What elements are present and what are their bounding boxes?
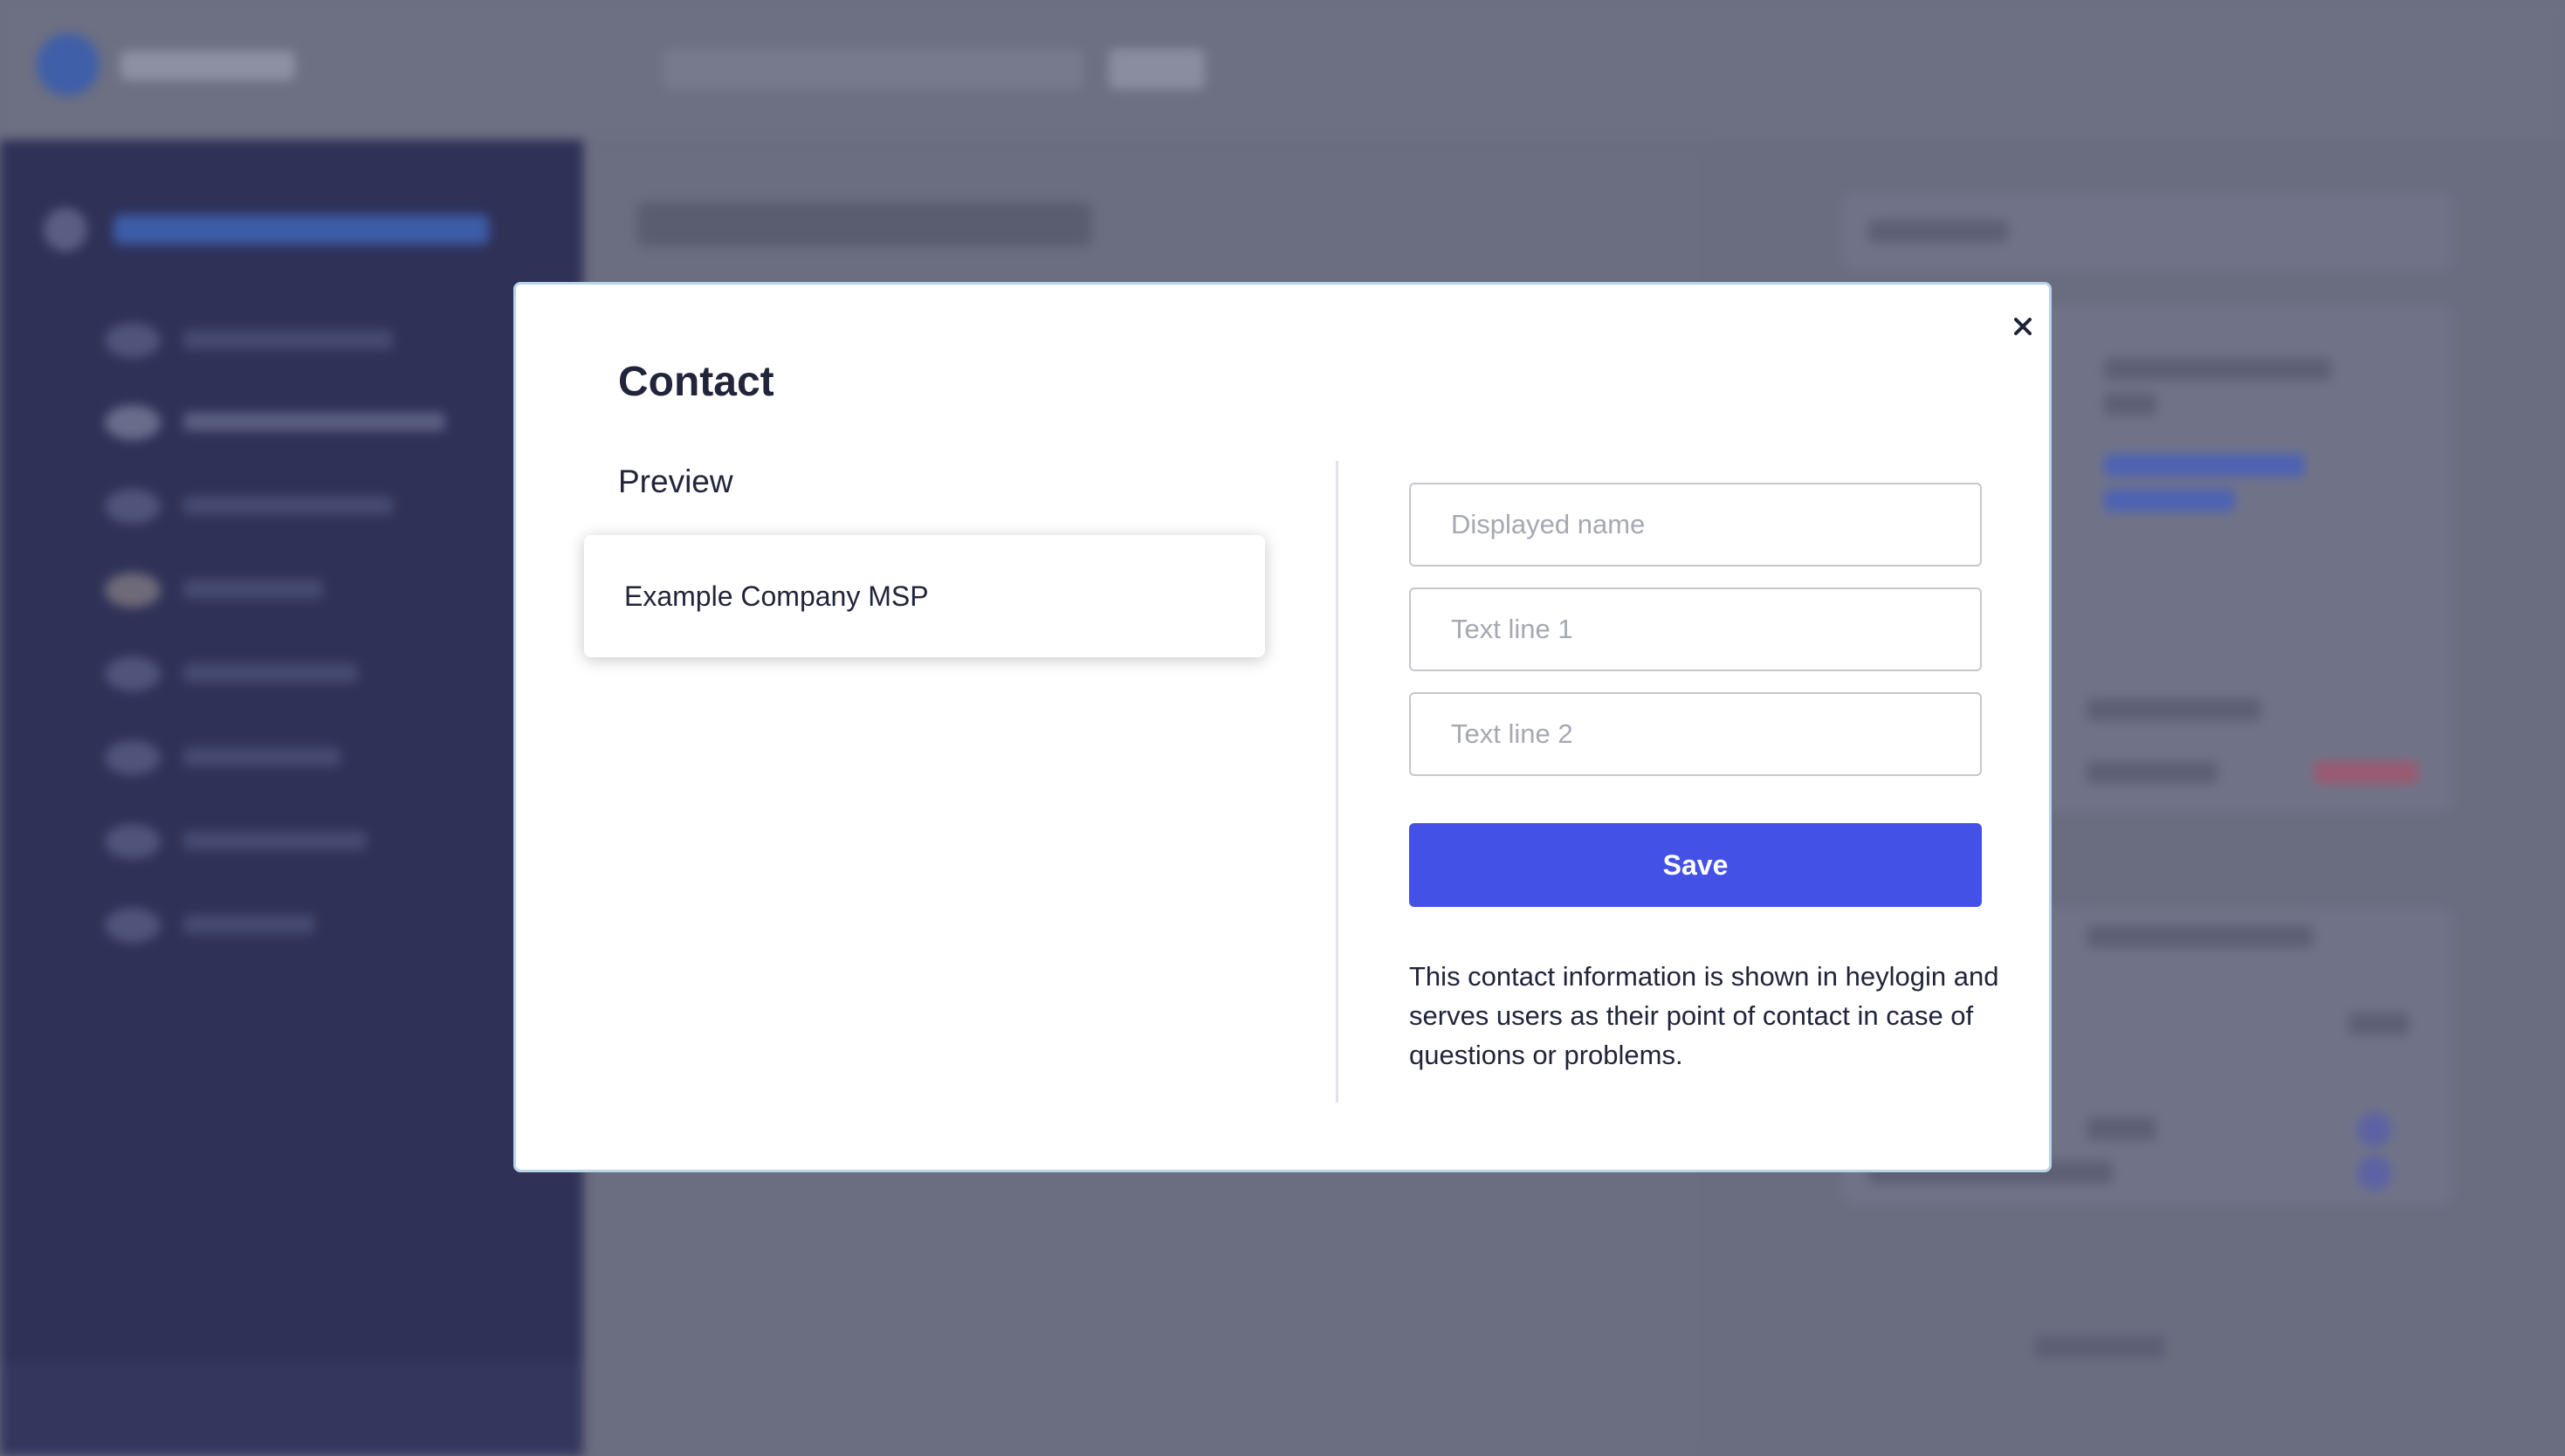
top-search-blur bbox=[664, 49, 1083, 89]
displayed-name-input[interactable] bbox=[1409, 483, 1982, 567]
sidebar-item bbox=[105, 821, 419, 859]
right-panel-footer-blur bbox=[2034, 1336, 2165, 1358]
modal-title: Contact bbox=[618, 359, 774, 405]
preview-company-name: Example Company MSP bbox=[624, 580, 929, 612]
sidebar-item-icon bbox=[105, 573, 161, 608]
text-line-2-input[interactable] bbox=[1409, 692, 1982, 776]
sidebar-item bbox=[105, 904, 419, 943]
sidebar-footer bbox=[0, 1362, 583, 1456]
sidebar-item-label-blur bbox=[183, 412, 445, 431]
sidebar-item-label-blur bbox=[183, 663, 358, 683]
preview-card: Example Company MSP bbox=[584, 535, 1265, 657]
sidebar-item bbox=[105, 737, 419, 775]
right-card-badge-blur bbox=[2314, 761, 2418, 784]
right-card-dot bbox=[2357, 1156, 2392, 1191]
info-text: This contact information is shown in hey… bbox=[1409, 961, 1999, 1070]
right-card-line-blur bbox=[2087, 925, 2314, 948]
top-button-blur bbox=[1109, 49, 1205, 89]
sidebar-item bbox=[105, 653, 419, 691]
logo-icon bbox=[37, 33, 100, 96]
sidebar-item-icon bbox=[105, 323, 161, 358]
sidebar-item-label-blur bbox=[183, 330, 393, 349]
right-card-link-blur bbox=[2104, 489, 2235, 512]
page-title-blur bbox=[637, 203, 1091, 246]
close-icon bbox=[2014, 318, 2032, 335]
sidebar-item-icon bbox=[105, 740, 161, 775]
sidebar-head-label-blur bbox=[113, 215, 489, 244]
close-button[interactable] bbox=[2002, 306, 2044, 347]
sidebar-item-icon bbox=[105, 656, 161, 691]
sidebar-item-icon bbox=[105, 824, 161, 859]
right-card-header bbox=[1842, 192, 2453, 271]
sidebar-item bbox=[105, 569, 419, 608]
right-card-line-blur bbox=[2104, 393, 2156, 416]
right-card-line-blur bbox=[2104, 358, 2331, 381]
text-line-1-input[interactable] bbox=[1409, 587, 1982, 671]
right-card-dot bbox=[2357, 1112, 2392, 1147]
sidebar-item-label-blur bbox=[183, 915, 314, 934]
save-button[interactable]: Save bbox=[1409, 823, 1982, 907]
sidebar-item-icon bbox=[105, 489, 161, 524]
sidebar-item-icon bbox=[105, 405, 161, 440]
logo-text-blur bbox=[120, 51, 295, 80]
sidebar-item-label-blur bbox=[183, 747, 340, 766]
sidebar-item bbox=[105, 319, 419, 358]
sidebar-item bbox=[105, 402, 445, 440]
contact-modal: Contact Preview Example Company MSP Save… bbox=[513, 282, 2052, 1172]
sidebar-item bbox=[105, 485, 419, 524]
sidebar bbox=[0, 140, 583, 1456]
top-bar bbox=[0, 0, 2565, 140]
sidebar-item-label-blur bbox=[183, 831, 367, 850]
right-card-link-blur bbox=[2104, 454, 2305, 477]
right-card-line-blur bbox=[2087, 698, 2261, 721]
sidebar-item-label-blur bbox=[183, 496, 393, 515]
right-card-title-blur bbox=[1868, 220, 2008, 243]
right-card-line-blur bbox=[2348, 1013, 2410, 1035]
right-card-line-blur bbox=[2087, 1117, 2156, 1140]
sidebar-item-label-blur bbox=[183, 580, 323, 599]
sidebar-head-icon bbox=[44, 208, 87, 251]
sidebar-item-icon bbox=[105, 908, 161, 943]
right-card-line-blur bbox=[2087, 761, 2218, 784]
preview-label: Preview bbox=[618, 464, 733, 499]
divider bbox=[1336, 461, 1338, 1102]
